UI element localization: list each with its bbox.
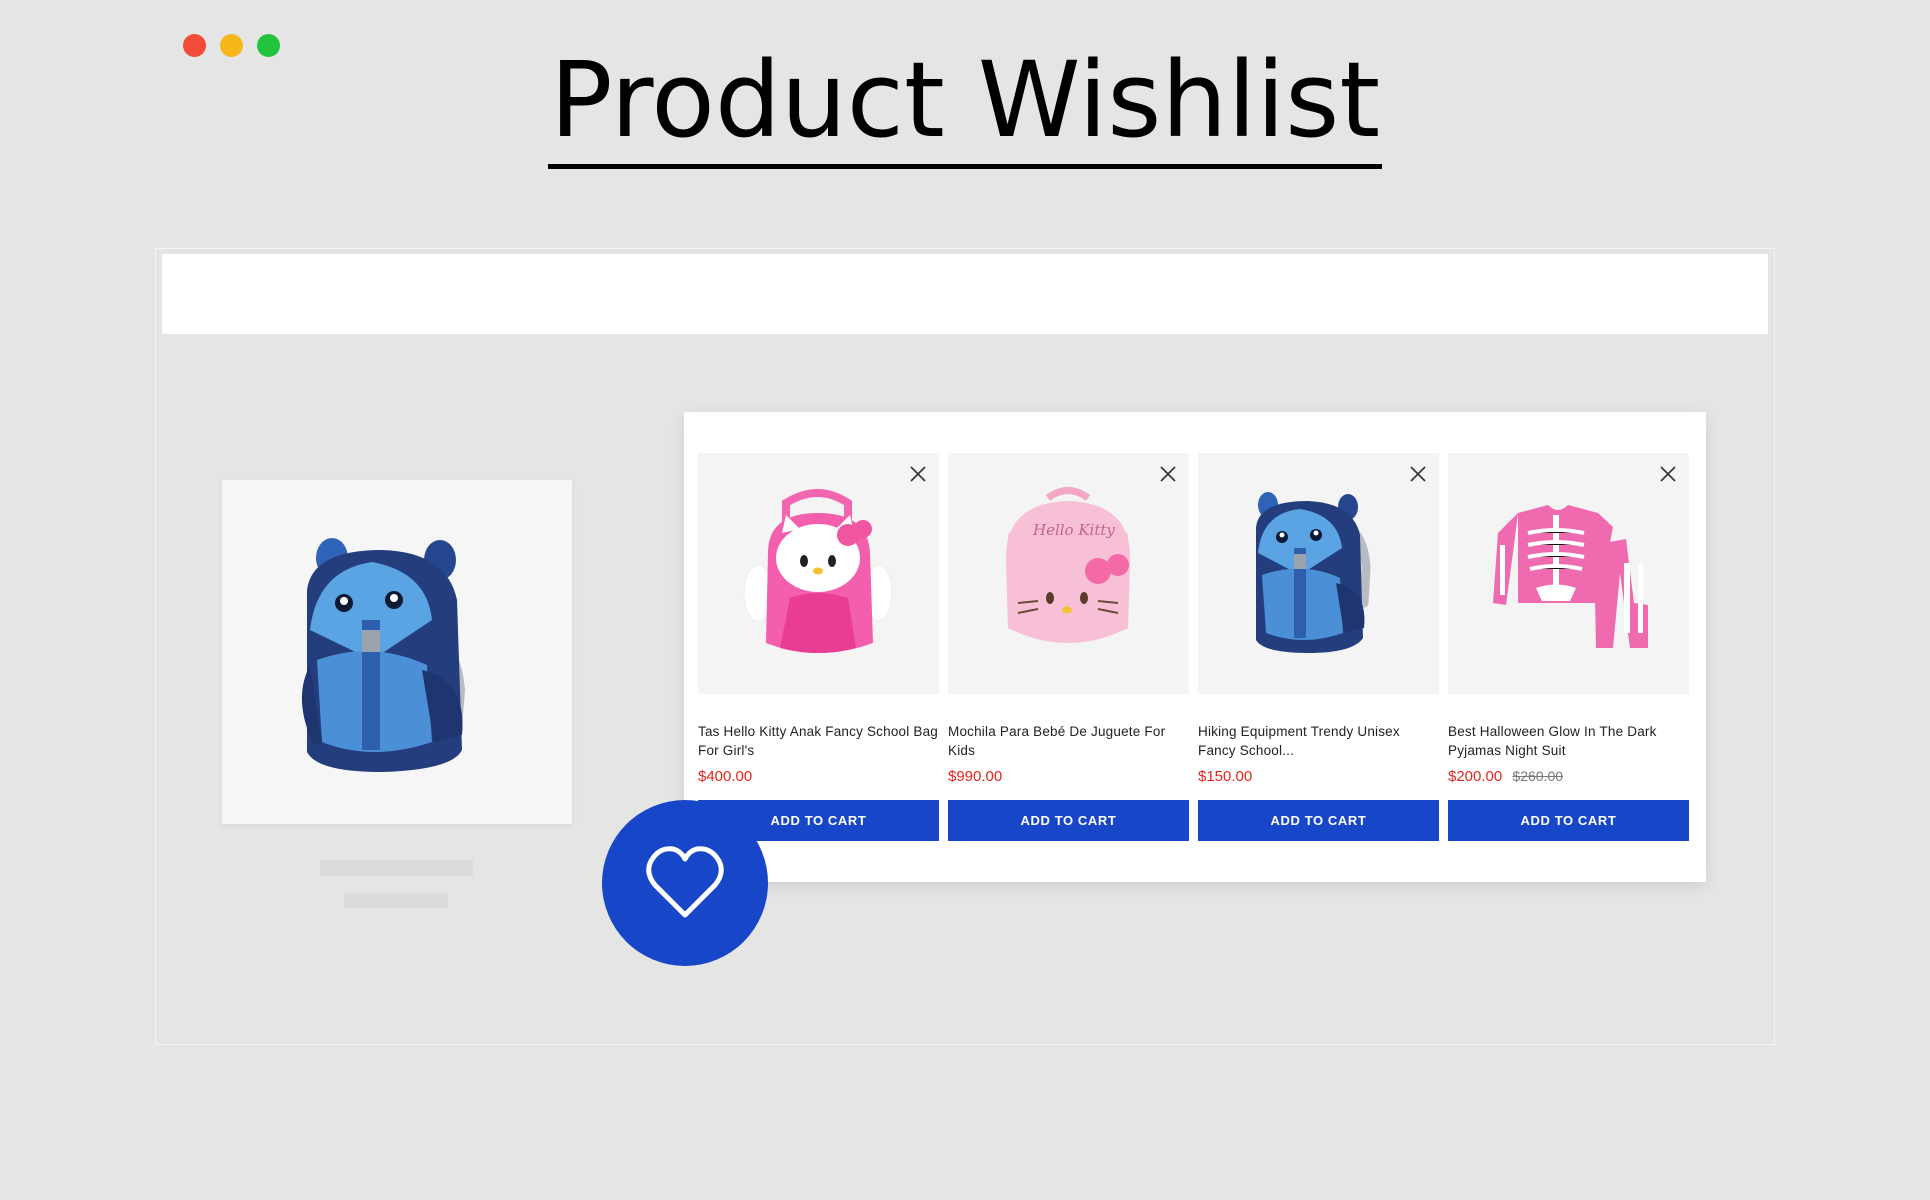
product-title-placeholder xyxy=(320,860,473,876)
close-icon[interactable] xyxy=(1657,463,1679,485)
wishlist-panel: Tas Hello Kitty Anak Fancy School Bag Fo… xyxy=(684,412,1706,882)
page-title-text: Product Wishlist xyxy=(547,40,1383,169)
add-to-cart-button[interactable]: ADD TO CART xyxy=(1198,800,1439,841)
price-row: $990.00 xyxy=(948,768,1189,788)
price-row: $150.00 xyxy=(1198,768,1439,788)
blue-kids-backpack-image xyxy=(301,538,466,772)
wishlist-item: Tas Hello Kitty Anak Fancy School Bag Fo… xyxy=(698,453,939,841)
item-price: $150.00 xyxy=(1198,768,1253,785)
window-maximize-dot[interactable] xyxy=(257,34,280,57)
close-icon[interactable] xyxy=(907,463,929,485)
product-image-container[interactable]: Hello Kitty xyxy=(948,453,1189,694)
product-image-container[interactable] xyxy=(698,453,939,694)
close-icon[interactable] xyxy=(1157,463,1179,485)
item-name[interactable]: Best Halloween Glow In The Dark Pyjamas … xyxy=(1448,722,1689,760)
wishlist-heart-button[interactable] xyxy=(602,800,768,966)
product-image-container[interactable] xyxy=(1198,453,1439,694)
add-to-cart-button[interactable]: ADD TO CART xyxy=(1448,800,1689,841)
item-old-price: $260.00 xyxy=(1512,768,1564,784)
item-name[interactable]: Mochila Para Bebé De Juguete For Kids xyxy=(948,722,1189,760)
item-price: $200.00 xyxy=(1448,768,1503,785)
skeleton-pyjamas-image xyxy=(1493,505,1648,648)
item-name[interactable]: Tas Hello Kitty Anak Fancy School Bag Fo… xyxy=(698,722,939,760)
page-title: Product Wishlist xyxy=(0,40,1930,169)
wishlist-item: Hello Kitty Mochila Para Bebé De Juguete… xyxy=(948,453,1189,841)
wishlist-item: Hiking Equipment Trendy Unisex Fancy Sch… xyxy=(1198,453,1439,841)
window-minimize-dot[interactable] xyxy=(220,34,243,57)
svg-text:Hello Kitty: Hello Kitty xyxy=(1032,521,1115,539)
hello-kitty-pink-plush-bag-image: Hello Kitty xyxy=(1005,487,1131,643)
featured-product-card[interactable] xyxy=(222,480,572,824)
price-row: $200.00 $260.00 xyxy=(1448,768,1689,788)
heart-icon xyxy=(646,846,724,918)
item-price: $400.00 xyxy=(698,768,753,785)
browser-title-bar xyxy=(162,254,1768,334)
blue-kids-backpack-image xyxy=(1256,492,1371,653)
item-name[interactable]: Hiking Equipment Trendy Unisex Fancy Sch… xyxy=(1198,722,1439,760)
hello-kitty-angel-backpack-image xyxy=(743,489,893,653)
close-icon[interactable] xyxy=(1407,463,1429,485)
product-image-container[interactable] xyxy=(1448,453,1689,694)
product-price-placeholder xyxy=(344,893,448,908)
item-price: $990.00 xyxy=(948,768,1003,785)
price-row: $400.00 xyxy=(698,768,939,788)
add-to-cart-button[interactable]: ADD TO CART xyxy=(948,800,1189,841)
wishlist-item: Best Halloween Glow In The Dark Pyjamas … xyxy=(1448,453,1689,841)
window-close-dot[interactable] xyxy=(183,34,206,57)
